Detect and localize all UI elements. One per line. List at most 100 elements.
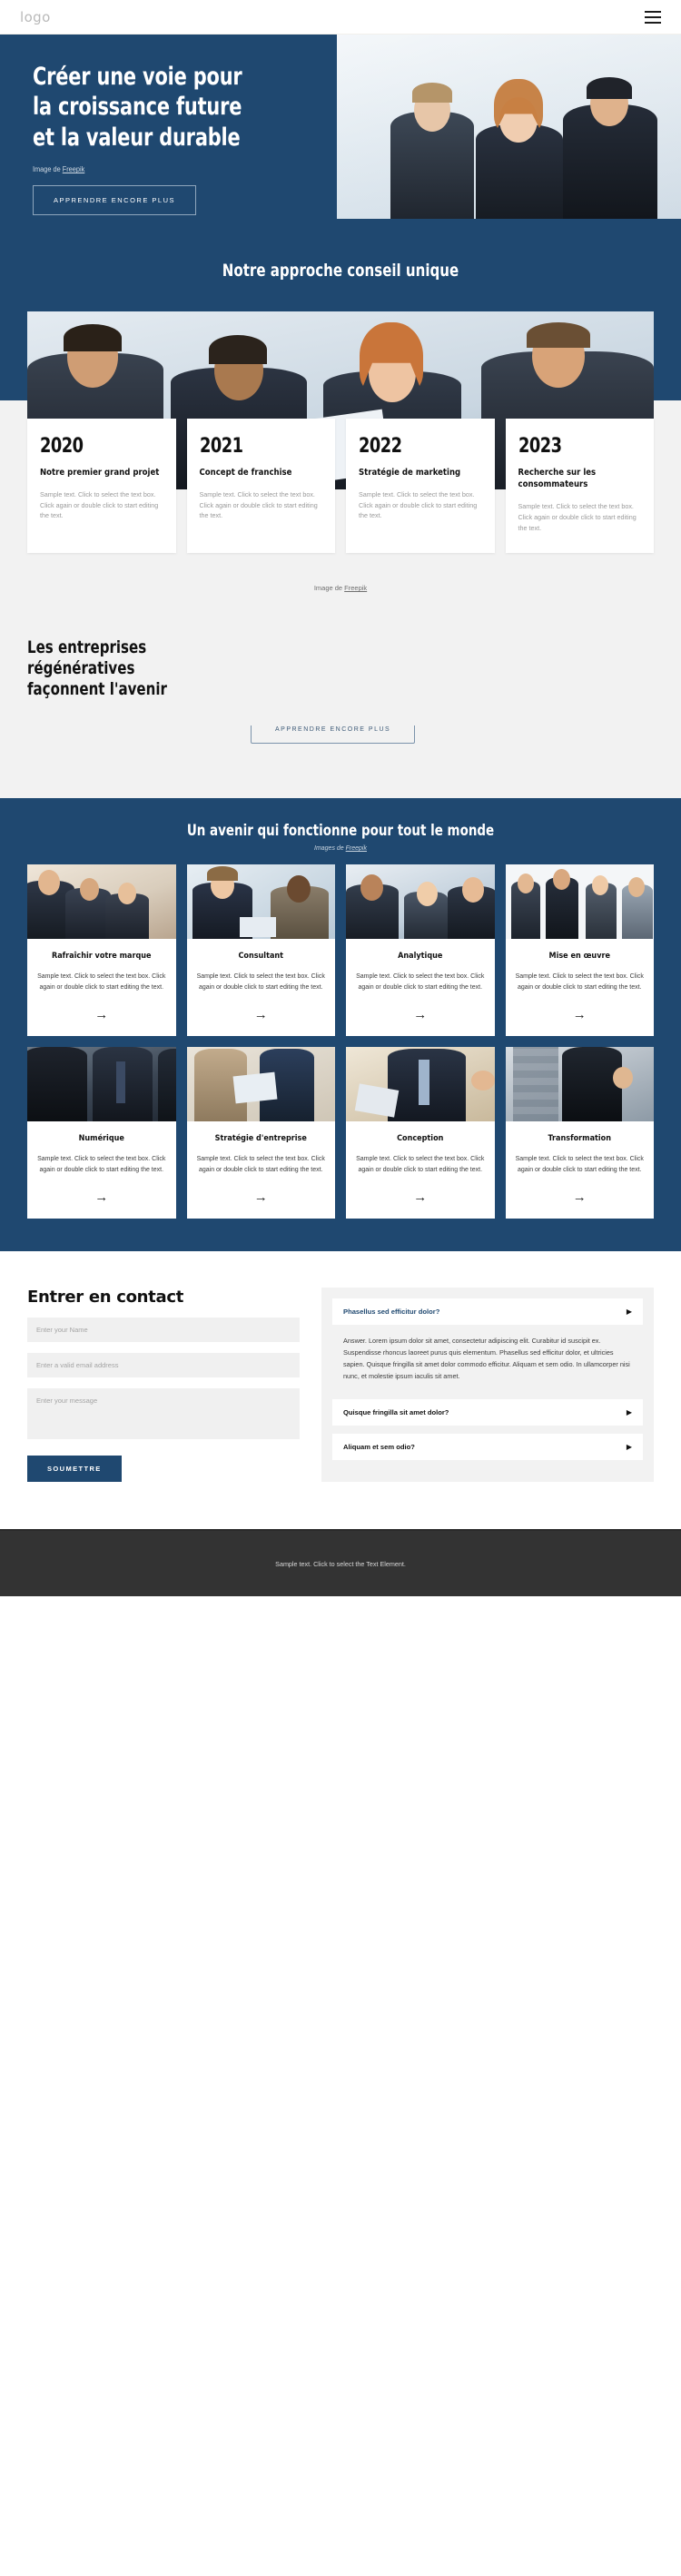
- timeline-text: Sample text. Click to select the text bo…: [359, 490, 478, 520]
- arrow-right-icon[interactable]: →: [36, 1008, 167, 1022]
- feature-card-title: Stratégie d'entreprise: [214, 1134, 307, 1144]
- arrow-right-icon[interactable]: →: [196, 1190, 327, 1204]
- timeline-title: Concept de franchise: [199, 468, 292, 478]
- arrow-right-icon[interactable]: →: [196, 1008, 327, 1022]
- timeline-credit-prefix: Image de: [313, 584, 345, 593]
- regenerative-left: Les entreprises régénératives façonnent …: [27, 637, 225, 744]
- feature-card-body: Rafraîchir votre marque Sample text. Cli…: [27, 939, 176, 1036]
- feature-card-title: Numérique: [78, 1134, 124, 1144]
- feature-card-text: Sample text. Click to select the text bo…: [196, 973, 325, 992]
- contact-form: Entrer en contact SOUMETTRE: [27, 1288, 300, 1483]
- feature-card-text: Sample text. Click to select the text bo…: [37, 1156, 166, 1174]
- arrow-right-icon[interactable]: →: [36, 1190, 167, 1204]
- site-header: logo: [0, 0, 681, 35]
- timeline-text: Sample text. Click to select the text bo…: [518, 502, 637, 532]
- faq-item-header[interactable]: Quisque fringilla sit amet dolor? ▶: [332, 1399, 643, 1426]
- name-field[interactable]: [27, 1318, 300, 1343]
- timeline-text: Sample text. Click to select the text bo…: [40, 490, 159, 520]
- caret-right-icon: ▶: [626, 1442, 632, 1451]
- feature-card-title: Analytique: [398, 952, 443, 962]
- faq-item-header[interactable]: Aliquam et sem odio? ▶: [332, 1434, 643, 1461]
- timeline-year: 2021: [199, 435, 243, 458]
- footer-text: Sample text. Click to select the Text El…: [275, 1559, 406, 1568]
- feature-card[interactable]: Consultant Sample text. Click to select …: [186, 864, 336, 1037]
- feature-card[interactable]: Numérique Sample text. Click to select t…: [27, 1047, 176, 1219]
- future-title: Un avenir qui fonctionne pour tout le mo…: [186, 822, 495, 841]
- feature-card[interactable]: Analytique Sample text. Click to select …: [346, 864, 495, 1037]
- feature-card-body: Transformation Sample text. Click to sel…: [506, 1121, 655, 1219]
- feature-card-title: Transformation: [548, 1134, 612, 1144]
- timeline-title: Notre premier grand projet: [40, 468, 160, 478]
- feature-card-image: [27, 1047, 176, 1122]
- feature-card[interactable]: Conception Sample text. Click to select …: [346, 1047, 495, 1219]
- hero-credit-link[interactable]: Freepik: [63, 165, 85, 173]
- hero-title: Créer une voie pour la croissance future…: [33, 63, 242, 152]
- timeline-card: 2021 Concept de franchise Sample text. C…: [186, 419, 335, 554]
- email-field[interactable]: [27, 1353, 300, 1378]
- timeline-card: 2023 Recherche sur les consommateurs Sam…: [505, 419, 654, 554]
- faq-question: Quisque fringilla sit amet dolor?: [343, 1408, 449, 1417]
- contact-section: Entrer en contact SOUMETTRE Phasellus se…: [0, 1251, 681, 1530]
- feature-card-body: Numérique Sample text. Click to select t…: [27, 1121, 176, 1219]
- hero-image-credit: Image de Freepik: [33, 165, 296, 173]
- feature-card-image: [346, 864, 495, 940]
- timeline-image-credit: Image de Freepik: [0, 569, 681, 592]
- timeline-text: Sample text. Click to select the text bo…: [199, 490, 318, 520]
- contact-title: Entrer en contact: [27, 1288, 184, 1308]
- timeline-title: Stratégie de marketing: [359, 468, 461, 478]
- feature-card-body: Analytique Sample text. Click to select …: [346, 939, 495, 1036]
- feature-card-body: Stratégie d'entreprise Sample text. Clic…: [187, 1121, 336, 1219]
- timeline-year: 2022: [359, 435, 402, 458]
- page-root: logo Créer une voie pour la croissance f…: [0, 0, 681, 1597]
- logo[interactable]: logo: [20, 9, 51, 25]
- timeline-section: 2020 Notre premier grand projet Sample t…: [0, 419, 681, 598]
- hamburger-menu-icon[interactable]: [645, 10, 661, 24]
- feature-card-image: [505, 1047, 654, 1122]
- feature-card[interactable]: Mise en œuvre Sample text. Click to sele…: [505, 864, 654, 1037]
- feature-card-image: [27, 864, 176, 940]
- arrow-right-icon[interactable]: →: [515, 1190, 646, 1204]
- timeline-cards: 2020 Notre premier grand projet Sample t…: [27, 419, 654, 554]
- submit-button[interactable]: SOUMETTRE: [27, 1456, 122, 1483]
- arrow-right-icon[interactable]: →: [355, 1008, 486, 1022]
- feature-card-body: Consultant Sample text. Click to select …: [187, 939, 336, 1036]
- arrow-right-icon[interactable]: →: [355, 1190, 486, 1204]
- timeline-card: 2020 Notre premier grand projet Sample t…: [27, 419, 176, 554]
- feature-card[interactable]: Stratégie d'entreprise Sample text. Clic…: [186, 1047, 336, 1219]
- feature-card-text: Sample text. Click to select the text bo…: [515, 1156, 644, 1174]
- timeline-credit-link[interactable]: Freepik: [344, 584, 367, 592]
- faq-item-header[interactable]: Phasellus sed efficitur dolor? ▶: [332, 1298, 643, 1326]
- timeline-year: 2020: [40, 435, 84, 458]
- future-cards-row-2: Numérique Sample text. Click to select t…: [27, 1047, 654, 1219]
- feature-card-text: Sample text. Click to select the text bo…: [196, 1156, 325, 1174]
- future-credit-prefix: Images de: [314, 845, 346, 853]
- feature-card-image: [346, 1047, 495, 1122]
- feature-card-title: Consultant: [238, 952, 284, 962]
- faq-accordion: Phasellus sed efficitur dolor? ▶ Answer.…: [321, 1288, 654, 1483]
- hero-cta-button[interactable]: APPRENDRE ENCORE PLUS: [33, 185, 197, 216]
- feature-card-image: [186, 1047, 335, 1122]
- feature-card-text: Sample text. Click to select the text bo…: [37, 973, 166, 992]
- photo-business-team: [334, 35, 681, 219]
- feature-card-body: Conception Sample text. Click to select …: [346, 1121, 495, 1219]
- future-section: Un avenir qui fonctionne pour tout le mo…: [0, 798, 681, 1252]
- future-cards-row-1: Rafraîchir votre marque Sample text. Cli…: [27, 864, 654, 1037]
- feature-card[interactable]: Transformation Sample text. Click to sel…: [505, 1047, 655, 1219]
- hero-photo: [334, 35, 681, 219]
- arrow-right-icon[interactable]: →: [515, 1008, 646, 1022]
- faq-question: Phasellus sed efficitur dolor?: [343, 1308, 440, 1317]
- hero-credit-prefix: Image de: [33, 165, 63, 174]
- approach-title: Notre approche conseil unique: [222, 261, 459, 281]
- faq-answer: Answer. Lorem ipsum dolor sit amet, cons…: [343, 1337, 630, 1381]
- caret-right-icon: ▶: [626, 1407, 632, 1416]
- future-image-credit: Images de Freepik: [0, 845, 681, 864]
- feature-card-title: Conception: [397, 1134, 444, 1144]
- hero-section: Créer une voie pour la croissance future…: [0, 35, 681, 219]
- message-field[interactable]: [27, 1388, 300, 1440]
- site-footer: Sample text. Click to select the Text El…: [0, 1529, 681, 1597]
- feature-card[interactable]: Rafraîchir votre marque Sample text. Cli…: [27, 864, 176, 1037]
- feature-card-title: Mise en œuvre: [548, 952, 610, 962]
- faq-question: Aliquam et sem odio?: [343, 1443, 415, 1452]
- future-credit-link[interactable]: Freepik: [346, 845, 367, 852]
- feature-card-text: Sample text. Click to select the text bo…: [356, 1156, 485, 1174]
